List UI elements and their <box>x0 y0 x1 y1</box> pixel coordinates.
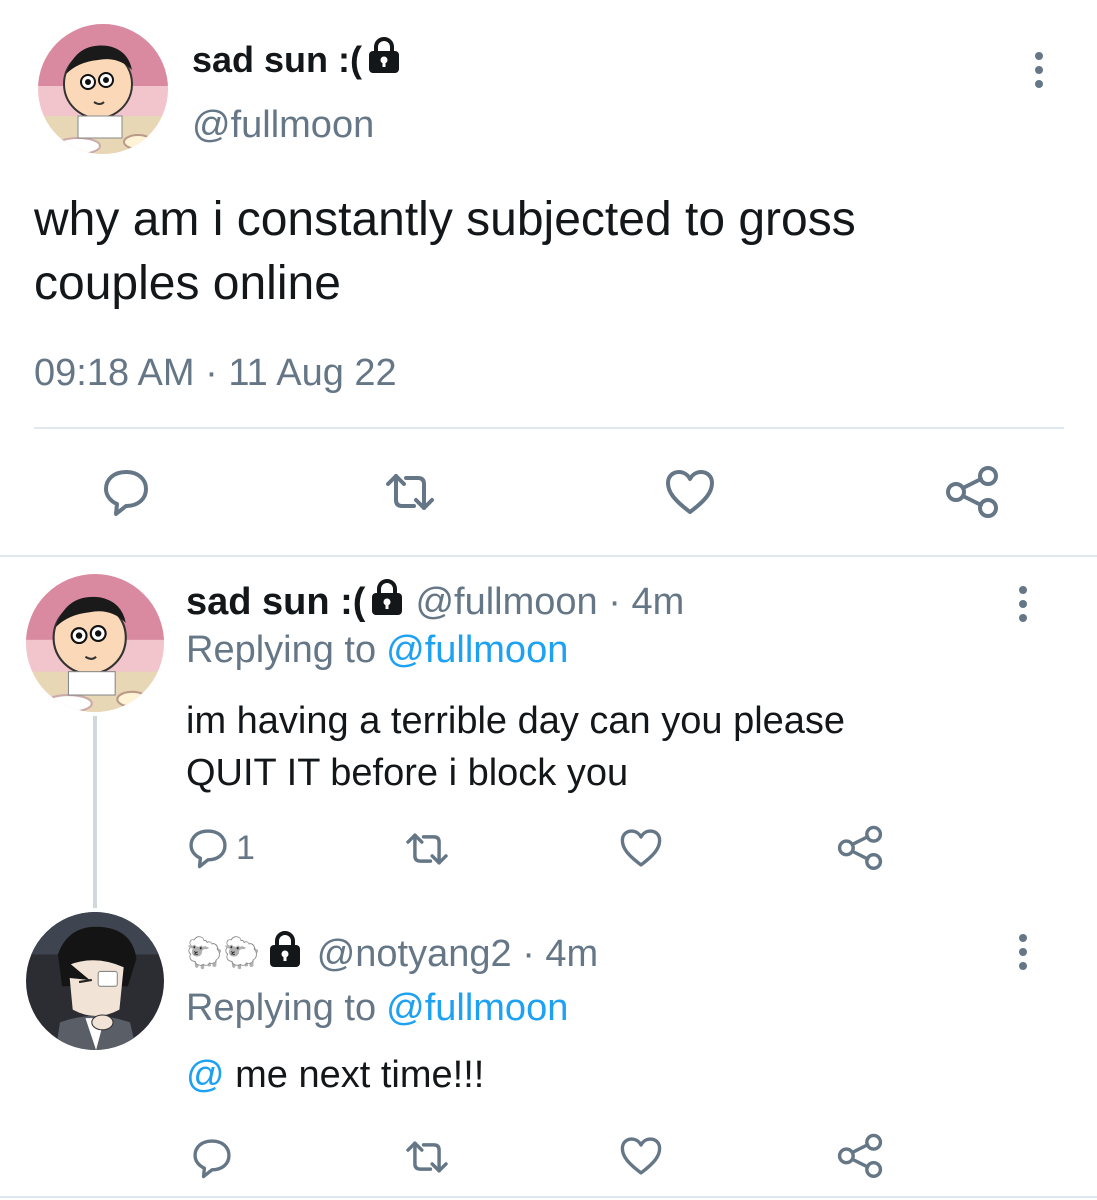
retweet-icon[interactable] <box>384 470 436 514</box>
reply2-text: @ me next time!!! <box>186 1054 484 1097</box>
reply1-reply-button[interactable]: 1 <box>186 826 255 870</box>
divider <box>0 555 1097 557</box>
replying-to-handle[interactable]: @fullmoon <box>386 987 568 1030</box>
reply1-avatar[interactable] <box>26 574 164 712</box>
replying-to-handle[interactable]: @fullmoon <box>386 629 568 672</box>
reply-count: 1 <box>236 828 255 867</box>
main-avatar[interactable] <box>38 24 168 154</box>
replying-to-label: Replying to <box>186 629 377 671</box>
share-icon[interactable] <box>944 464 1000 518</box>
main-display-name: sad sun :( <box>192 38 363 80</box>
like-icon[interactable] <box>664 468 716 516</box>
reply1-header: sad sun :( @fullmoon · 4m <box>186 578 684 626</box>
lock-icon <box>366 36 402 83</box>
reply1-text-line1: im having a terrible day can you please <box>186 700 846 742</box>
like-icon[interactable] <box>619 1135 663 1177</box>
lock-icon <box>369 578 405 626</box>
retweet-icon[interactable] <box>404 1138 450 1176</box>
lock-icon <box>267 930 303 978</box>
reply2-text-rest: me next time!!! <box>224 1054 485 1096</box>
reply2-display-name[interactable]: 🐑🐑 <box>186 939 261 969</box>
reply2-replying-to: Replying to @fullmoon <box>186 987 568 1030</box>
more-icon[interactable] <box>1019 934 1027 970</box>
reply1-text-line2: QUIT IT before i block you <box>186 752 629 794</box>
reply2-avatar[interactable] <box>26 912 164 1050</box>
reply-icon[interactable] <box>100 466 152 518</box>
share-icon[interactable] <box>836 1132 884 1178</box>
more-icon[interactable] <box>1019 586 1027 622</box>
reply2-header: 🐑🐑 @notyang2 · 4m <box>186 930 598 978</box>
reply-icon <box>186 826 230 870</box>
main-timestamp[interactable]: 09:18 AM · 11 Aug 22 <box>34 352 397 395</box>
thread-line <box>93 716 97 908</box>
reply-icon[interactable] <box>190 1136 234 1180</box>
main-tweet-text-line2: couples online <box>34 257 341 310</box>
reply1-text: im having a terrible day can you please … <box>186 695 845 799</box>
share-icon[interactable] <box>836 824 884 870</box>
reply2-handle-time[interactable]: @notyang2 · 4m <box>317 933 599 976</box>
like-icon[interactable] <box>619 827 663 869</box>
divider <box>0 1196 1097 1198</box>
replying-to-label: Replying to <box>186 987 377 1029</box>
reply1-replying-to: Replying to @fullmoon <box>186 629 568 672</box>
reply1-display-name[interactable]: sad sun :( <box>186 581 365 624</box>
mention-link[interactable]: @ <box>186 1054 225 1097</box>
main-handle[interactable]: @fullmoon <box>192 104 374 147</box>
divider <box>34 427 1064 429</box>
retweet-icon[interactable] <box>404 830 450 868</box>
main-display-name-row[interactable]: sad sun :( <box>192 36 402 83</box>
more-icon[interactable] <box>1035 52 1043 88</box>
reply1-handle-time[interactable]: @fullmoon · 4m <box>415 581 684 624</box>
main-tweet-text-line1: why am i constantly subjected to gross <box>34 193 856 246</box>
main-tweet-text: why am i constantly subjected to gross c… <box>34 188 856 316</box>
